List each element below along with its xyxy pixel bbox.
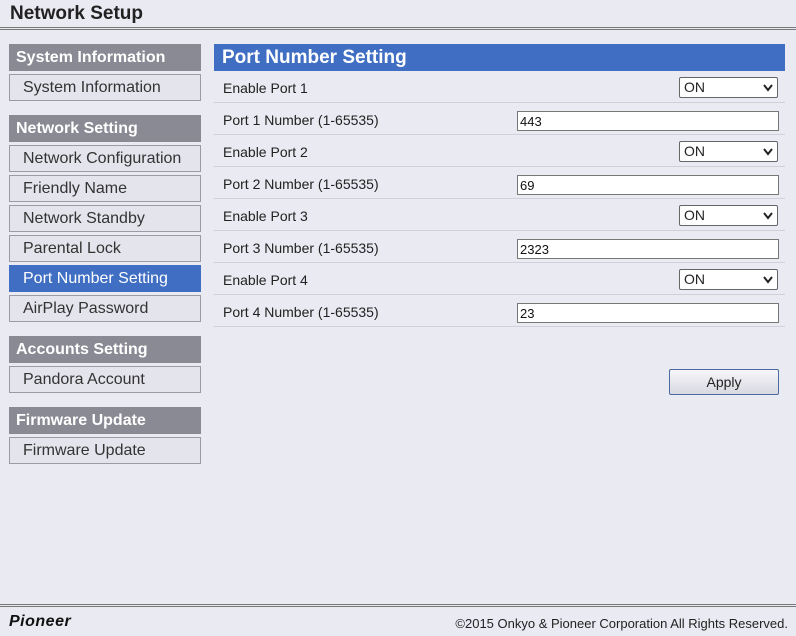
sidebar-section-accounts-setting: Accounts Setting: [9, 336, 201, 363]
form-row-port-3-number: Port 3 Number (1-65535): [214, 231, 785, 263]
form-row-enable-port-4: Enable Port 4 ON: [214, 263, 785, 295]
header-divider: [0, 27, 796, 30]
port-number-panel: Port Number Setting Enable Port 1 ON Por…: [214, 44, 785, 327]
field-label: Enable Port 2: [223, 144, 308, 160]
footer-divider: [0, 604, 796, 607]
sidebar-section-network-setting: Network Setting: [9, 115, 201, 142]
sidebar-item-parental-lock[interactable]: Parental Lock: [9, 235, 201, 262]
sidebar-item-network-configuration[interactable]: Network Configuration: [9, 145, 201, 172]
sidebar-item-friendly-name[interactable]: Friendly Name: [9, 175, 201, 202]
select-value: ON: [684, 207, 705, 223]
field-label: Enable Port 3: [223, 208, 308, 224]
select-value: ON: [684, 143, 705, 159]
form-row-enable-port-3: Enable Port 3 ON: [214, 199, 785, 231]
port-1-number-input[interactable]: [517, 111, 779, 131]
enable-port-3-select[interactable]: ON: [679, 205, 778, 226]
field-label: Enable Port 1: [223, 80, 308, 96]
field-label: Port 1 Number (1-65535): [223, 112, 379, 128]
sidebar-item-pandora-account[interactable]: Pandora Account: [9, 366, 201, 393]
field-label: Port 4 Number (1-65535): [223, 304, 379, 320]
form-row-port-1-number: Port 1 Number (1-65535): [214, 103, 785, 135]
sidebar-section-system-information: System Information: [9, 44, 201, 71]
chevron-down-icon: [763, 84, 773, 92]
enable-port-2-select[interactable]: ON: [679, 141, 778, 162]
field-label: Enable Port 4: [223, 272, 308, 288]
port-4-number-input[interactable]: [517, 303, 779, 323]
chevron-down-icon: [763, 276, 773, 284]
sidebar-item-firmware-update[interactable]: Firmware Update: [9, 437, 201, 464]
copyright-text: ©2015 Onkyo & Pioneer Corporation All Ri…: [455, 616, 788, 631]
form-row-enable-port-2: Enable Port 2 ON: [214, 135, 785, 167]
chevron-down-icon: [763, 148, 773, 156]
enable-port-4-select[interactable]: ON: [679, 269, 778, 290]
apply-button[interactable]: Apply: [669, 369, 779, 395]
field-label: Port 3 Number (1-65535): [223, 240, 379, 256]
form-row-port-2-number: Port 2 Number (1-65535): [214, 167, 785, 199]
port-3-number-input[interactable]: [517, 239, 779, 259]
chevron-down-icon: [763, 212, 773, 220]
sidebar-item-airplay-password[interactable]: AirPlay Password: [9, 295, 201, 322]
sidebar-item-port-number-setting[interactable]: Port Number Setting: [9, 265, 201, 292]
sidebar-item-network-standby[interactable]: Network Standby: [9, 205, 201, 232]
sidebar: System Information System Information Ne…: [9, 44, 201, 464]
sidebar-item-system-information[interactable]: System Information: [9, 74, 201, 101]
select-value: ON: [684, 271, 705, 287]
field-label: Port 2 Number (1-65535): [223, 176, 379, 192]
port-2-number-input[interactable]: [517, 175, 779, 195]
pioneer-logo: Pioneer: [9, 613, 72, 630]
form-row-enable-port-1: Enable Port 1 ON: [214, 71, 785, 103]
enable-port-1-select[interactable]: ON: [679, 77, 778, 98]
form-row-port-4-number: Port 4 Number (1-65535): [214, 295, 785, 327]
sidebar-section-firmware-update: Firmware Update: [9, 407, 201, 434]
select-value: ON: [684, 79, 705, 95]
app-title: Network Setup: [10, 3, 144, 24]
page-title: Port Number Setting: [214, 44, 785, 71]
